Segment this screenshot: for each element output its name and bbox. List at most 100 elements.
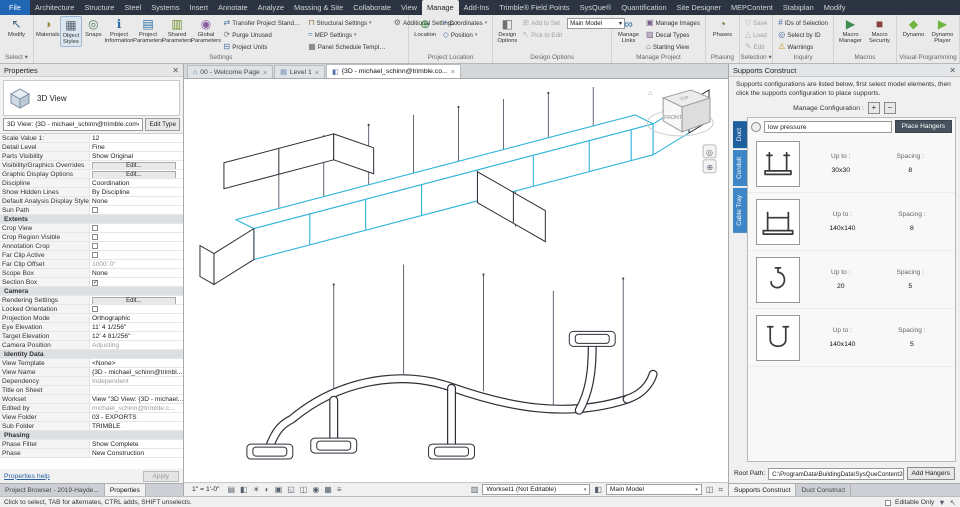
ribbon-tab-collaborate[interactable]: Collaborate [348,0,396,15]
hanger-config-item[interactable]: Up to :30x30Spacing :8 [748,135,955,193]
ribbon-tab-systems[interactable]: Systems [146,0,184,15]
property-value-far-clip-offset[interactable]: 1000' 0" [90,260,183,268]
ribbon-tab-massing-site[interactable]: Massing & Site [289,0,348,15]
ribbon-button-macro-security[interactable]: ■Macro Security [865,16,894,45]
ribbon-button-location[interactable]: ⊕Location [411,16,440,38]
ribbon-tab-site-designer[interactable]: Site Designer [672,0,726,15]
ribbon-button-macro-manager[interactable]: ▶Macro Manager [836,16,865,45]
close-tab-icon[interactable]: × [451,67,455,76]
design-option-dropdown[interactable]: Main Model▾ [606,484,702,495]
checkbox-locked-orientation[interactable] [92,306,98,312]
property-value-workset[interactable]: View "3D View: {3D - michael... [90,395,183,403]
ribbon-tab-sysque[interactable]: SysQue® [575,0,617,15]
property-value-discipline[interactable]: Coordination [90,179,183,187]
edit-button-visibility-graphics-overrides[interactable]: Edit... [92,162,176,170]
ribbon-tab-annotate[interactable]: Annotate [213,0,253,15]
viewcube-home-icon[interactable]: ⌂ [648,90,652,97]
ribbon-button-starting-view[interactable]: ⌂Starting View [643,41,703,53]
ribbon-button-project-parameters[interactable]: ▤Project Parameters [134,16,163,45]
checkbox-section-box[interactable]: ✓ [92,280,98,286]
property-value-edited-by[interactable]: michael_schinn@trimble.c... [90,404,183,412]
reveal-hidden-elements-icon[interactable]: ◉ [311,484,320,496]
edit-button-rendering-settings[interactable]: Edit... [92,297,176,305]
supports-side-tab-duct[interactable]: Duct [733,121,747,148]
crop-view-icon[interactable]: ▣ [274,484,284,496]
show-crop-region-icon[interactable]: ◱ [286,484,296,496]
ribbon-button-modify[interactable]: ↖Modify [2,16,31,38]
checkbox-annotation-crop[interactable] [92,243,98,249]
supports-side-tab-cable-tray[interactable]: Cable Tray [733,188,747,233]
select-toggle-icon[interactable]: ↖ [950,498,956,507]
property-value-detail-level[interactable]: Fine [90,143,183,151]
close-properties-icon[interactable]: ✕ [172,66,179,75]
ribbon-button-edit[interactable]: ✎Edit [742,41,770,53]
ribbon-tab-mepcontent[interactable]: MEPContent [726,0,778,15]
temporary-view-properties-icon[interactable]: ▦ [323,484,333,496]
properties-section-phasing[interactable]: Phasing [0,431,183,440]
ribbon-button-snaps[interactable]: ◎Snaps [82,16,104,38]
sun-path-icon[interactable]: ☀ [252,484,261,496]
property-value-eye-elevation[interactable]: 11' 4 1/256" [90,323,183,331]
ribbon-button-save[interactable]: ▽Save [742,17,770,29]
ribbon-button-coordinates[interactable]: +Coordinates▾ [440,17,491,29]
property-value-projection-mode[interactable]: Orthographic [90,314,183,322]
ribbon-button-object-styles[interactable]: ▦Object Styles [60,16,83,47]
ribbon-tab-modify[interactable]: Modify [819,0,851,15]
property-value-sub-folder[interactable]: TRIMBLE [90,422,183,430]
properties-section-identity-data[interactable]: Identity Data [0,350,183,359]
edit-button-graphic-display-options[interactable]: Edit... [92,171,176,179]
ribbon-button-phases[interactable]: ◔Phases [708,16,737,38]
close-supports-icon[interactable]: ✕ [949,66,956,75]
property-value-target-elevation[interactable]: 12' 4 81/256" [90,332,183,340]
ribbon-button-load[interactable]: △Load [742,29,770,41]
detail-level-icon[interactable]: ▤ [226,484,236,496]
ribbon-button-mep-settings[interactable]: ≈MEP Settings▾ [305,29,391,41]
visual-style-icon[interactable]: ◧ [239,484,249,496]
ribbon-button-add-to-set[interactable]: ⊞Add to Set [519,17,565,29]
checkbox-far-clip-active[interactable] [92,252,98,258]
panel-tab-duct-construct[interactable]: Duct Construct [796,484,851,496]
property-value-view-name[interactable]: {3D - michael_schinn@trimbl... [90,368,183,376]
document-tab-00-welcome-page[interactable]: ⌂00 - Welcome Page× [187,65,273,78]
ribbon-tab-manage[interactable]: Manage [422,0,459,15]
ribbon-button-global-parameters[interactable]: ◉Global Parameters [192,16,221,45]
property-value-phase-filter[interactable]: Show Complete [90,440,183,448]
hanger-config-item[interactable]: Up to :140x140Spacing :8 [748,193,955,251]
type-selector-dropdown[interactable]: 3D View: {3D - michael_schinn@trimble.co… [3,118,143,131]
activate-dimensions-icon[interactable]: ⌗ [717,484,724,496]
hanger-config-item[interactable]: Up to :140x140Spacing :5 [748,309,955,367]
configuration-name-input[interactable]: low pressure [764,121,892,133]
model-view-3d[interactable]: TOP FRONT ⌂ ◎ ⊕ [184,79,728,482]
ribbon-button-manage-links[interactable]: ∞Manage Links [614,16,643,45]
remove-configuration-button[interactable]: − [884,102,896,114]
add-configuration-button[interactable]: + [868,102,880,114]
temporary-hide-isolate-icon[interactable]: ◫ [299,484,309,496]
ribbon-tab-insert[interactable]: Insert [185,0,213,15]
edit-type-button[interactable]: Edit Type [145,118,180,131]
ribbon-tab-analyze[interactable]: Analyze [253,0,289,15]
ribbon-button-structural-settings[interactable]: ⊓Structural Settings▾ [305,17,391,29]
checkbox-sun-path[interactable] [92,207,98,213]
ribbon-button-materials[interactable]: ◑Materials [36,16,60,38]
ribbon-tab-quantification[interactable]: Quantification [616,0,671,15]
ribbon-button-project-units[interactable]: ⊟Project Units [221,41,306,53]
ribbon-tab-file[interactable]: File [0,0,30,15]
ribbon-button-warnings[interactable]: ⚠Warnings [775,41,831,53]
ribbon-tab-architecture[interactable]: Architecture [30,0,79,15]
add-hangers-button[interactable]: Add Hangers [907,467,956,480]
worksharing-display-icon[interactable]: ≡ [336,484,343,496]
ribbon-tab-trimble-field-points[interactable]: Trimble® Field Points [494,0,574,15]
root-path-input[interactable]: C:\ProgramData\BuildingData\SysQueConten… [768,468,903,480]
document-tab-3d-michael-schinn-trimble-co[interactable]: ◧{3D - michael_schinn@trimble.co...× [326,64,461,78]
properties-section-extents[interactable]: Extents [0,215,183,224]
property-value-camera-position[interactable]: Adjusting [90,341,183,349]
property-value-view-template[interactable]: <None> [90,359,183,367]
property-value-show-hidden-lines[interactable]: By Discipline [90,188,183,196]
panel-tab-supports-construct[interactable]: Supports Construct [729,484,796,496]
ribbon-button-shared-parameters[interactable]: ▥Shared Parameters [163,16,192,45]
properties-section-camera[interactable]: Camera [0,287,183,296]
ribbon-button-ids-of-selection[interactable]: #IDs of Selection [775,17,831,29]
ribbon-button-project-information[interactable]: ℹProject Information [105,16,134,45]
property-value-phase[interactable]: New Construction [90,449,183,457]
ribbon-tab-stabiplan[interactable]: Stabiplan [778,0,819,15]
